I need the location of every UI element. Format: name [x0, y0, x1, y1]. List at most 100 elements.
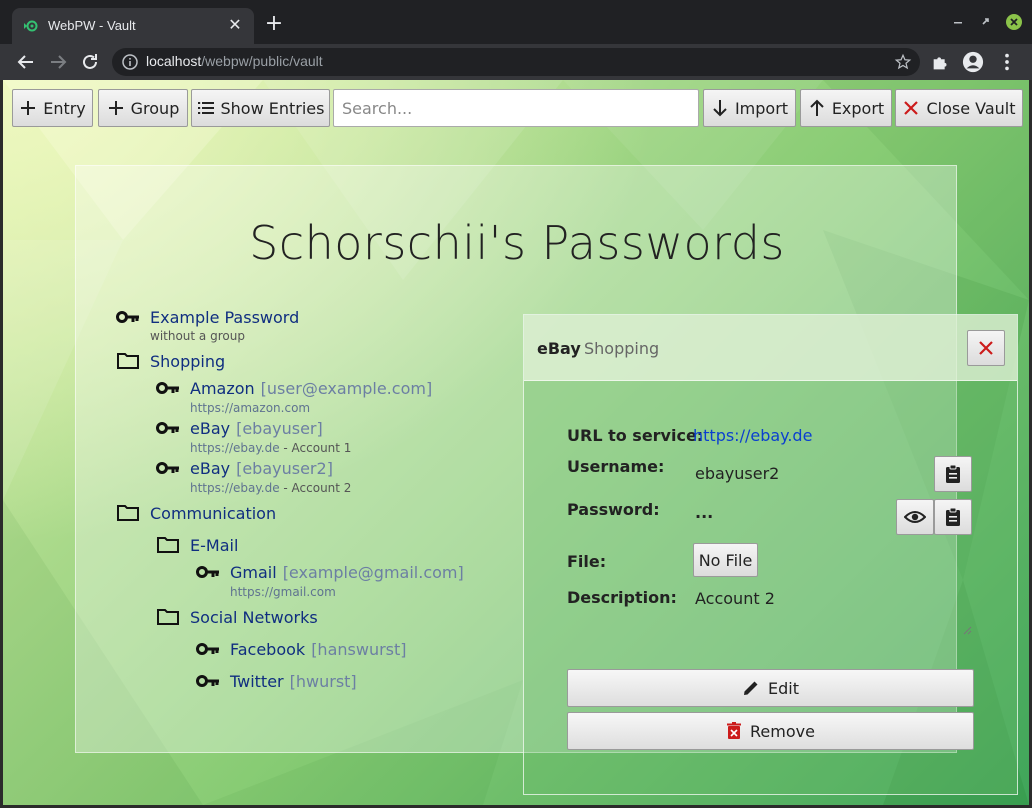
search-input[interactable] — [333, 89, 699, 127]
key-icon — [196, 675, 219, 687]
tree-group[interactable]: Shopping — [116, 347, 225, 375]
password-value[interactable]: ... — [695, 503, 713, 522]
dialog-title: eBay — [537, 339, 581, 358]
profile-avatar-icon[interactable] — [962, 51, 984, 73]
tree-entry[interactable]: eBay [ebayuser2] — [156, 454, 333, 482]
folder-icon — [157, 537, 179, 553]
browser-tab[interactable]: WebPW - Vault ✕ — [12, 8, 254, 44]
entry-name[interactable]: eBay — [190, 459, 230, 478]
group-name[interactable]: E-Mail — [190, 536, 238, 555]
entry-url: https://ebay.de — [190, 441, 280, 455]
entry-name[interactable]: Facebook — [230, 640, 305, 659]
entry-username: [user@example.com] — [260, 378, 433, 398]
username-label: Username: — [567, 457, 665, 476]
new-tab-button[interactable]: + — [264, 13, 284, 35]
tree-entry[interactable]: Amazon [user@example.com] — [156, 374, 432, 402]
plus-icon — [108, 101, 123, 115]
import-button[interactable]: Import — [703, 89, 796, 127]
browser-toolbar: localhost/webpw/public/vault — [0, 44, 1032, 80]
add-entry-label: Entry — [43, 98, 86, 118]
description-label: Description: — [567, 588, 677, 607]
key-icon — [196, 643, 219, 655]
tree-entry[interactable]: eBay [ebayuser] — [156, 414, 323, 442]
show-entries-label: Show Entries — [220, 98, 325, 118]
remove-button[interactable]: Remove — [567, 712, 974, 750]
close-vault-button[interactable]: Close Vault — [895, 89, 1023, 127]
window-close-icon[interactable] — [1006, 14, 1022, 30]
entry-name[interactable]: Amazon — [190, 379, 255, 398]
restore-icon[interactable] — [978, 14, 994, 30]
entry-url: https://gmail.com — [230, 585, 336, 599]
edit-button[interactable]: Edit — [567, 669, 974, 707]
dialog-close-button[interactable] — [967, 330, 1005, 366]
folder-icon — [117, 353, 139, 369]
export-button[interactable]: Export — [800, 89, 892, 127]
forward-arrow-icon[interactable] — [46, 50, 70, 74]
add-group-label: Group — [130, 98, 180, 118]
description-textarea[interactable]: Account 2 — [687, 585, 975, 637]
url-text[interactable]: localhost/webpw/public/vault — [146, 53, 323, 69]
password-label: Password: — [567, 500, 660, 519]
group-name[interactable]: Shopping — [150, 352, 225, 371]
bookmark-star-icon[interactable] — [894, 53, 912, 71]
plus-icon — [21, 101, 36, 115]
close-x-icon — [979, 341, 993, 355]
minimize-icon[interactable] — [950, 14, 966, 30]
tree-entry[interactable]: Twitter [hwurst] — [196, 667, 357, 695]
list-icon — [197, 102, 214, 114]
tree-entry[interactable]: Gmail [example@gmail.com] — [196, 558, 464, 586]
clipboard-icon — [946, 507, 960, 526]
username-value[interactable]: ebayuser2 — [695, 464, 779, 483]
tab-close-icon[interactable]: ✕ — [226, 16, 244, 34]
show-entries-button[interactable]: Show Entries — [191, 89, 330, 127]
entry-description: - Account 1 — [279, 441, 352, 455]
url-path: /webpw/public/vault — [201, 53, 323, 69]
entry-name[interactable]: eBay — [190, 419, 230, 438]
reload-icon[interactable] — [78, 50, 102, 74]
show-password-button[interactable] — [896, 499, 934, 535]
entry-username: [hwurst] — [289, 671, 357, 691]
tab-title: WebPW - Vault — [48, 18, 136, 33]
url-label: URL to service: — [567, 426, 704, 445]
entry-url: https://amazon.com — [190, 401, 311, 415]
group-name[interactable]: Communication — [150, 504, 276, 523]
close-vault-label: Close Vault — [926, 98, 1016, 118]
key-icon — [196, 566, 219, 578]
entry-description: - Account 2 — [279, 481, 352, 495]
group-name[interactable]: Social Networks — [190, 608, 318, 627]
file-label: File: — [567, 552, 607, 571]
entry-name[interactable]: Twitter — [230, 672, 284, 691]
trash-icon — [727, 722, 742, 739]
address-bar[interactable]: localhost/webpw/public/vault — [112, 48, 920, 76]
browser-menu-icon[interactable] — [996, 51, 1018, 73]
entry-subtitle: without a group — [150, 329, 245, 343]
key-icon — [156, 382, 179, 394]
add-entry-button[interactable]: Entry — [12, 89, 93, 127]
close-x-icon — [904, 101, 919, 115]
url-link[interactable]: https://ebay.de — [693, 426, 812, 445]
remove-label: Remove — [750, 721, 815, 741]
folder-icon — [117, 505, 139, 521]
add-group-button[interactable]: Group — [98, 89, 188, 127]
copy-username-button[interactable] — [934, 456, 972, 492]
copy-password-button[interactable] — [934, 499, 972, 535]
clipboard-icon — [946, 464, 960, 483]
tree-group[interactable]: Communication — [116, 499, 276, 527]
tree-entry[interactable]: Example Password — [116, 303, 299, 331]
entry-name[interactable]: Example Password — [150, 308, 299, 327]
entry-url: https://ebay.de — [190, 481, 280, 495]
tree-group[interactable]: Social Networks — [156, 603, 318, 631]
site-info-icon[interactable] — [122, 54, 138, 70]
tree-entry[interactable]: Facebook [hanswurst] — [196, 635, 407, 663]
no-file-button[interactable]: No File — [693, 543, 758, 577]
export-label: Export — [831, 98, 885, 118]
entry-name[interactable]: Gmail — [230, 563, 277, 582]
arrow-up-icon — [810, 99, 824, 116]
eye-icon — [904, 511, 926, 523]
extensions-puzzle-icon[interactable] — [930, 51, 952, 73]
back-arrow-icon[interactable] — [14, 50, 38, 74]
entry-username: [example@gmail.com] — [282, 562, 464, 582]
resize-handle-icon[interactable] — [962, 625, 972, 635]
import-label: Import — [734, 98, 789, 118]
tree-group[interactable]: E-Mail — [156, 531, 238, 559]
